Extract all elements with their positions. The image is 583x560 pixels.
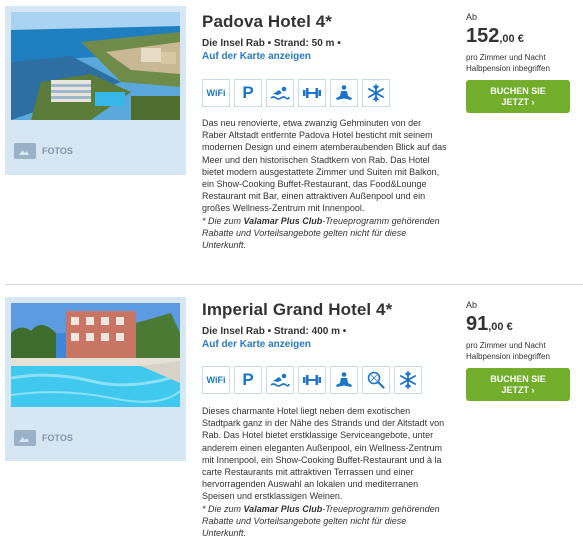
wellness-icon <box>330 366 358 394</box>
hotel-beach-distance: Strand: 400 m <box>273 326 341 337</box>
hotel-description: Das neu renovierte, etwa zwanzig Gehminu… <box>202 117 447 251</box>
price-note: pro Zimmer und Nacht Halbpension inbegri… <box>466 53 550 73</box>
price-from-label: Ab <box>466 12 478 22</box>
amenities-list: WiFi P <box>202 366 422 394</box>
photo-gallery-icon <box>14 430 36 446</box>
hotel-media-panel: FOTOS <box>5 6 186 175</box>
wifi-icon: WiFi <box>202 366 230 394</box>
hotel-card-padova: FOTOS Padova Hotel 4* Die Insel Rab • St… <box>0 0 583 282</box>
photos-button[interactable]: FOTOS <box>14 143 73 159</box>
note-prefix: * Die zum <box>202 215 244 226</box>
description-text: Das neu renovierte, etwa zwanzig Gehminu… <box>202 118 447 214</box>
swimming-icon <box>266 79 294 107</box>
parking-icon: P <box>234 79 262 107</box>
hotel-meta: Die Insel Rab • Strand: 400 m • <box>202 326 346 337</box>
photos-label: FOTOS <box>42 146 73 156</box>
price-cents: ,00 € <box>499 33 524 45</box>
price-main: 152 <box>466 25 500 47</box>
hotel-media-panel: FOTOS <box>5 297 186 461</box>
price-cents: ,00 € <box>488 321 513 333</box>
note-club: Valamar Plus Club <box>243 215 323 226</box>
photo-gallery-icon <box>14 143 36 159</box>
wifi-icon: WiFi <box>202 79 230 107</box>
fitness-icon <box>298 79 326 107</box>
hotel-location: Die Insel Rab <box>202 326 265 337</box>
hotel-description: Dieses charmante Hotel liegt neben dem e… <box>202 405 447 539</box>
swimming-icon <box>266 366 294 394</box>
price-note: pro Zimmer und Nacht Halbpension inbegri… <box>466 341 550 361</box>
show-on-map-link[interactable]: Auf der Karte anzeigen <box>202 339 311 350</box>
photos-button[interactable]: FOTOS <box>14 430 73 446</box>
show-on-map-link[interactable]: Auf der Karte anzeigen <box>202 51 311 62</box>
hotel-meta: Die Insel Rab • Strand: 50 m • <box>202 38 341 49</box>
loyalty-note: * Die zum Valamar Plus Club-Treueprogram… <box>202 504 440 538</box>
wifi-text: WiFi <box>206 375 226 385</box>
price-from-label: Ab <box>466 300 478 310</box>
price-box: Ab 152,00 € pro Zimmer und Nacht Halbpen… <box>466 12 576 113</box>
hotel-name[interactable]: Imperial Grand Hotel 4* <box>202 300 392 320</box>
meta-separator: • <box>342 326 347 337</box>
parking-text: P <box>242 370 254 389</box>
hotel-beach-distance: Strand: 50 m <box>273 38 335 49</box>
note-club: Valamar Plus Club <box>243 503 323 514</box>
book-now-button[interactable]: BUCHEN SIE JETZT › <box>466 368 570 401</box>
note-prefix: * Die zum <box>202 503 244 514</box>
loyalty-note: * Die zum Valamar Plus Club-Treueprogram… <box>202 216 440 250</box>
book-now-label: BUCHEN SIE JETZT › <box>490 85 546 107</box>
tennis-icon <box>362 366 390 394</box>
price-main: 91 <box>466 313 489 335</box>
air-conditioning-icon <box>394 366 422 394</box>
parking-text: P <box>242 83 254 102</box>
hotel-location: Die Insel Rab <box>202 38 265 49</box>
book-now-button[interactable]: BUCHEN SIE JETZT › <box>466 80 570 113</box>
meta-separator: • <box>337 38 341 49</box>
wifi-text: WiFi <box>206 88 226 98</box>
price-value: 152,00 € <box>466 25 576 48</box>
price-box: Ab 91,00 € pro Zimmer und Nacht Halbpens… <box>466 300 576 401</box>
hotel-photo[interactable] <box>11 303 180 407</box>
photos-label: FOTOS <box>42 433 73 443</box>
fitness-icon <box>298 366 326 394</box>
amenities-list: WiFi P <box>202 79 390 107</box>
parking-icon: P <box>234 366 262 394</box>
hotel-card-imperial-grand: FOTOS Imperial Grand Hotel 4* Die Insel … <box>0 292 583 560</box>
air-conditioning-icon <box>362 79 390 107</box>
book-now-label: BUCHEN SIE JETZT › <box>490 373 546 395</box>
card-divider <box>5 284 583 285</box>
price-value: 91,00 € <box>466 313 576 336</box>
description-text: Dieses charmante Hotel liegt neben dem e… <box>202 406 445 502</box>
wellness-icon <box>330 79 358 107</box>
hotel-name[interactable]: Padova Hotel 4* <box>202 12 332 32</box>
hotel-photo[interactable] <box>11 12 180 120</box>
